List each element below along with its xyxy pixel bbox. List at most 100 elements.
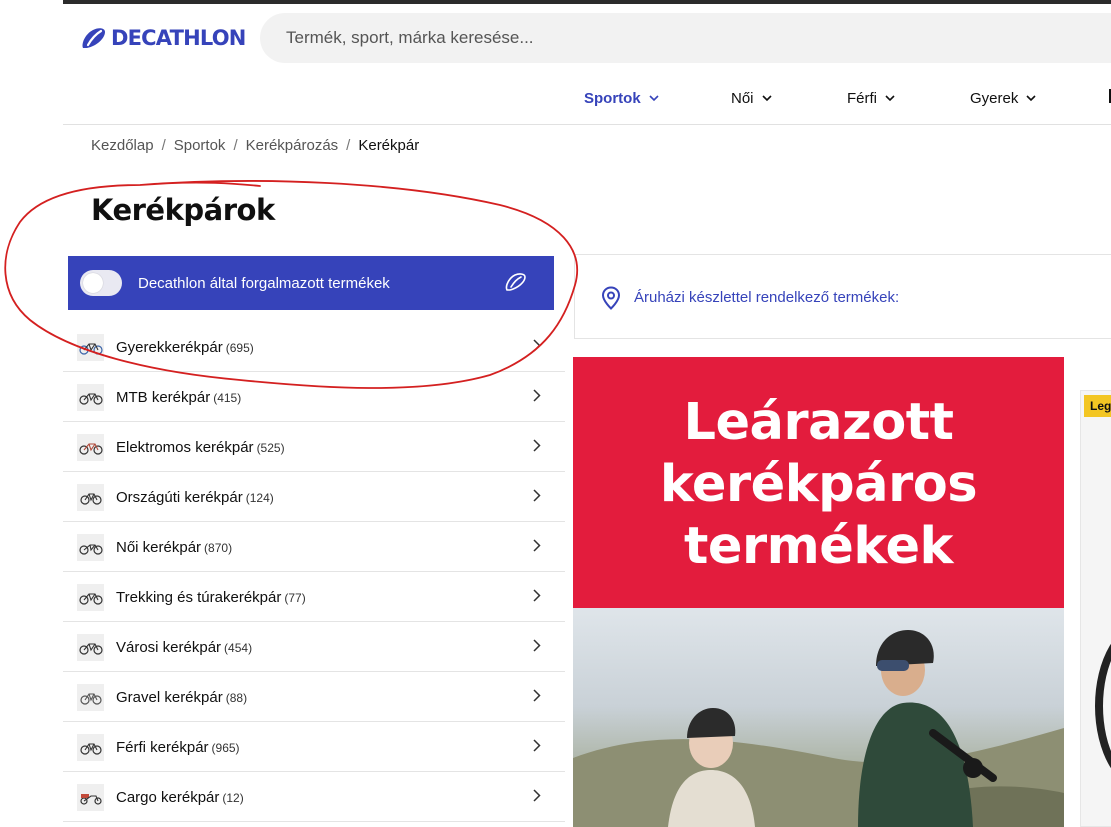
brand-mark-icon bbox=[82, 28, 105, 48]
bicycle-icon bbox=[78, 442, 103, 455]
nav-label: Sportok bbox=[584, 90, 641, 107]
category-label: Trekking és túrakerékpár (77) bbox=[116, 589, 306, 606]
list-item[interactable]: Gravel kerékpár (88) bbox=[63, 672, 565, 722]
category-list: Gyerekkerékpár (695) MTB kerékpár (415) El… bbox=[63, 322, 565, 822]
bicycle-thumbnail bbox=[77, 584, 104, 611]
bicycle-icon bbox=[78, 592, 103, 605]
category-count: (77) bbox=[284, 591, 306, 605]
list-item[interactable]: MTB kerékpár (415) bbox=[63, 372, 565, 422]
promo-photo-cyclists bbox=[573, 608, 1064, 827]
list-item[interactable]: Országúti kerékpár (124) bbox=[63, 472, 565, 522]
category-label: Gyerekkerékpár (695) bbox=[116, 339, 254, 356]
breadcrumb-home[interactable]: Kezdőlap bbox=[91, 137, 154, 154]
promo-headline-line: termékek bbox=[684, 516, 953, 576]
bicycle-icon bbox=[78, 342, 103, 355]
category-label: Országúti kerékpár (124) bbox=[116, 489, 274, 506]
list-item[interactable]: Cargo kerékpár (12) bbox=[63, 772, 565, 822]
chevron-down-icon bbox=[761, 95, 772, 102]
nav-sportok[interactable]: Sportok bbox=[584, 90, 659, 107]
decathlon-products-toggle-bar[interactable]: Decathlon által forgalmazott termékek bbox=[68, 256, 554, 310]
bicycle-icon bbox=[79, 692, 102, 705]
list-item[interactable]: Férfi kerékpár (965) bbox=[63, 722, 565, 772]
category-name: Elektromos kerékpár bbox=[116, 439, 254, 456]
list-item[interactable]: Trekking és túrakerékpár (77) bbox=[63, 572, 565, 622]
category-count: (88) bbox=[225, 691, 248, 705]
bicycle-icon bbox=[79, 742, 102, 755]
nav-noi[interactable]: Női bbox=[731, 90, 772, 107]
list-item[interactable]: Gyerekkerékpár (695) bbox=[63, 322, 565, 372]
site-header: DECATHLON Sportok Női Férfi Gyerek bbox=[63, 4, 1111, 125]
product-card-partial[interactable]: Leg bbox=[1080, 390, 1111, 827]
promo-banner[interactable]: Leárazott kerékpáros termékek bbox=[573, 357, 1064, 827]
category-count: (870) bbox=[204, 541, 233, 555]
breadcrumb-separator: / bbox=[346, 137, 351, 154]
category-name: Gyerekkerékpár bbox=[116, 339, 223, 356]
category-label: Női kerékpár (870) bbox=[116, 539, 232, 556]
toggle-switch[interactable] bbox=[80, 270, 122, 296]
breadcrumb-sportok[interactable]: Sportok bbox=[174, 137, 226, 154]
cyclists-illustration bbox=[573, 630, 1064, 827]
chevron-right-icon bbox=[533, 389, 541, 402]
breadcrumb: Kezdőlap / Sportok / Kerékpározás / Keré… bbox=[91, 137, 419, 154]
category-name: Országúti kerékpár bbox=[116, 489, 243, 506]
nav-label: Női bbox=[731, 90, 754, 107]
category-name: Női kerékpár bbox=[116, 539, 202, 556]
bicycle-thumbnail bbox=[77, 384, 104, 411]
breadcrumb-current: Kerékpár bbox=[358, 137, 420, 154]
chevron-right-icon bbox=[533, 489, 541, 502]
chevron-down-icon bbox=[885, 95, 895, 102]
chevron-down-icon bbox=[649, 95, 659, 102]
brand-mark-icon bbox=[505, 273, 526, 291]
category-count: (12) bbox=[222, 791, 244, 805]
chevron-right-icon bbox=[533, 689, 541, 702]
cargo-bike-icon bbox=[79, 793, 102, 805]
bicycle-thumbnail bbox=[77, 334, 104, 361]
product-wheel-image bbox=[1095, 621, 1111, 791]
nav-label: Gyerek bbox=[970, 90, 1019, 107]
bicycle-thumbnail bbox=[77, 434, 104, 461]
bicycle-thumbnail bbox=[77, 784, 104, 811]
toggle-knob bbox=[83, 273, 103, 293]
breadcrumb-separator: / bbox=[233, 137, 238, 154]
breadcrumb-kerekparozas[interactable]: Kerékpározás bbox=[246, 137, 339, 154]
list-item[interactable]: Városi kerékpár (454) bbox=[63, 622, 565, 672]
bicycle-thumbnail bbox=[77, 534, 104, 561]
store-stock-filter[interactable]: Áruházi készlettel rendelkező termékek: bbox=[574, 254, 1111, 339]
chevron-right-icon bbox=[533, 739, 541, 752]
product-badge: Leg bbox=[1084, 395, 1111, 417]
store-filter-label: Áruházi készlettel rendelkező termékek: bbox=[634, 289, 900, 306]
nav-gyerek[interactable]: Gyerek bbox=[970, 90, 1036, 107]
bicycle-thumbnail bbox=[77, 684, 104, 711]
location-pin-icon bbox=[601, 286, 621, 310]
brand-name: DECATHLON bbox=[111, 26, 246, 50]
nav-ferfi[interactable]: Férfi bbox=[847, 90, 895, 107]
list-item[interactable]: Elektromos kerékpár (525) bbox=[63, 422, 565, 472]
category-label: Városi kerékpár (454) bbox=[116, 639, 252, 656]
search-input[interactable] bbox=[260, 13, 1111, 63]
category-name: Férfi kerékpár bbox=[116, 739, 209, 756]
breadcrumb-separator: / bbox=[161, 137, 166, 154]
decathlon-logo[interactable]: DECATHLON bbox=[79, 26, 246, 50]
bicycle-icon bbox=[78, 543, 103, 555]
chevron-right-icon bbox=[533, 589, 541, 602]
bicycle-thumbnail bbox=[77, 734, 104, 761]
chevron-right-icon bbox=[533, 439, 541, 452]
category-label: MTB kerékpár (415) bbox=[116, 389, 241, 406]
promo-headline-area: Leárazott kerékpáros termékek bbox=[573, 357, 1064, 608]
chevron-down-icon bbox=[1026, 95, 1036, 102]
category-count: (415) bbox=[213, 391, 242, 405]
category-label: Gravel kerékpár (88) bbox=[116, 689, 247, 706]
promo-headline-line: Leárazott bbox=[683, 392, 954, 452]
category-count: (965) bbox=[211, 741, 240, 755]
list-item[interactable]: Női kerékpár (870) bbox=[63, 522, 565, 572]
nav-label: Férfi bbox=[847, 90, 877, 107]
category-label: Elektromos kerékpár (525) bbox=[116, 439, 285, 456]
chevron-right-icon bbox=[533, 339, 541, 352]
category-count: (695) bbox=[225, 341, 254, 355]
category-name: Gravel kerékpár bbox=[116, 689, 223, 706]
category-label: Cargo kerékpár (12) bbox=[116, 789, 244, 806]
category-name: Trekking és túrakerékpár bbox=[116, 589, 282, 606]
category-name: Városi kerékpár bbox=[116, 639, 222, 656]
bicycle-icon bbox=[79, 492, 102, 505]
chevron-right-icon bbox=[533, 639, 541, 652]
